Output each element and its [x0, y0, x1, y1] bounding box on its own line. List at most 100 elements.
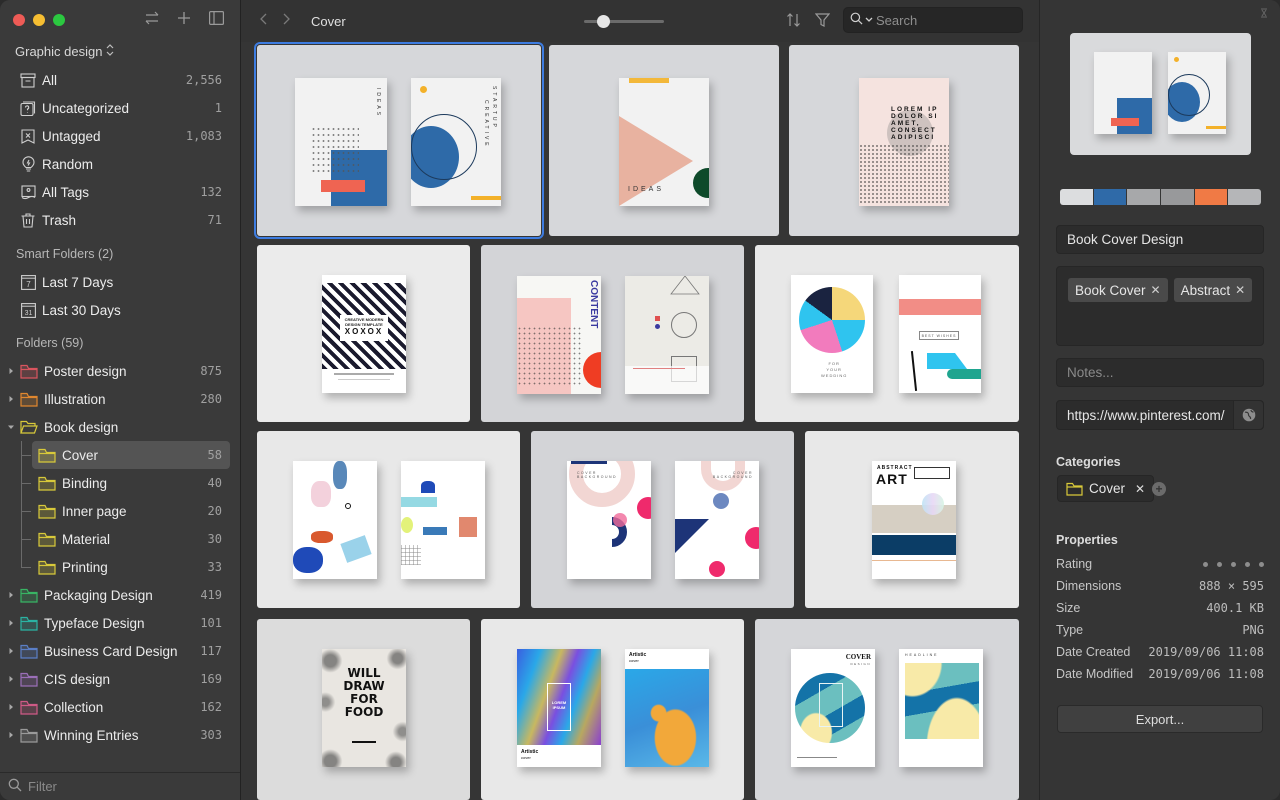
search-input[interactable]	[876, 12, 996, 28]
smart-folder-last-7-days[interactable]: 7 Last 7 Days	[0, 268, 240, 296]
add-icon[interactable]	[176, 10, 192, 26]
palette-swatch[interactable]	[1161, 189, 1194, 205]
disclosure-closed-icon[interactable]	[8, 648, 20, 654]
filter-funnel-icon[interactable]	[813, 11, 831, 29]
palette-swatch[interactable]	[1194, 189, 1228, 205]
url-input[interactable]	[1057, 407, 1233, 423]
rating-stars[interactable]	[1203, 561, 1264, 567]
tag-chip[interactable]: Book Cover ✕	[1068, 278, 1168, 302]
grid-thumbnail[interactable]	[257, 431, 520, 608]
folder-count: 303	[200, 728, 222, 742]
remove-tag-icon[interactable]: ✕	[1151, 283, 1161, 297]
folder-item[interactable]: Winning Entries 303	[0, 721, 240, 749]
folder-item[interactable]: Business Card Design 117	[0, 637, 240, 665]
sidebar-item-trash[interactable]: Trash 71	[0, 206, 240, 234]
resize-handle-icon[interactable]	[1260, 6, 1268, 21]
grid-thumbnail[interactable]: CONTENT	[481, 245, 744, 422]
thumbnail-size-slider[interactable]	[584, 15, 664, 28]
subfolder-item-printing[interactable]: Printing 33	[0, 553, 240, 581]
rating-star[interactable]	[1245, 561, 1250, 567]
smart-folder-last-30-days[interactable]: 31 Last 30 Days	[0, 296, 240, 324]
remove-tag-icon[interactable]: ✕	[1235, 283, 1245, 297]
disclosure-open-icon[interactable]	[8, 424, 20, 430]
folder-icon	[20, 644, 38, 659]
name-input[interactable]	[1057, 232, 1263, 247]
folder-item[interactable]: Book design	[0, 413, 240, 441]
tags-field[interactable]: Book Cover ✕ Abstract ✕	[1056, 266, 1264, 346]
folder-item[interactable]: CIS design 169	[0, 665, 240, 693]
open-url-button[interactable]	[1233, 401, 1263, 429]
tag-chip[interactable]: Abstract ✕	[1173, 278, 1253, 302]
sort-icon[interactable]	[785, 11, 803, 29]
grid-thumbnail[interactable]: ABSTRACT ART	[805, 431, 1019, 608]
maximize-window-button[interactable]	[53, 14, 65, 26]
palette-swatch[interactable]	[1093, 189, 1127, 205]
palette-swatch[interactable]	[1060, 189, 1093, 205]
grid-thumbnail[interactable]: COVER BACKGROUND COVER BACKGROUND	[531, 431, 794, 608]
remove-category-icon[interactable]: ✕	[1135, 482, 1145, 496]
folder-item[interactable]: Collection 162	[0, 693, 240, 721]
rating-star[interactable]	[1231, 561, 1236, 567]
disclosure-closed-icon[interactable]	[8, 620, 20, 626]
grid-thumbnail[interactable]: LOREM IPSUM Artistic cover Artistic cove…	[481, 619, 744, 800]
smart-folders-heading[interactable]: Smart Folders (2)	[0, 240, 240, 268]
back-button[interactable]	[253, 12, 275, 30]
folders-heading[interactable]: Folders (59)	[0, 329, 240, 357]
minimize-window-button[interactable]	[33, 14, 45, 26]
folder-count: 33	[207, 560, 222, 574]
disclosure-closed-icon[interactable]	[8, 368, 20, 374]
subfolder-item-inner-page[interactable]: Inner page 20	[0, 497, 240, 525]
category-chip[interactable]: Cover ✕	[1057, 475, 1155, 502]
book-cover: Artistic cover	[625, 649, 709, 767]
globe-icon	[1242, 408, 1255, 422]
folder-count: 280	[200, 392, 222, 406]
grid-thumbnail[interactable]: WILL DRAW FOR FOOD	[257, 619, 470, 800]
folder-item[interactable]: Typeface Design 101	[0, 609, 240, 637]
rating-star[interactable]	[1259, 561, 1264, 567]
folder-item[interactable]: Packaging Design 419	[0, 581, 240, 609]
grid-thumbnail[interactable]: IDEAS	[549, 45, 779, 236]
grid-thumbnail[interactable]: IDEAS STARTUP CREATIVE	[254, 42, 544, 239]
close-window-button[interactable]	[13, 14, 25, 26]
forward-button[interactable]	[275, 12, 297, 30]
disclosure-closed-icon[interactable]	[8, 704, 20, 710]
library-nav: All 2,556 Uncategorized 1 Untagged 1,083…	[0, 66, 240, 234]
palette-swatch[interactable]	[1127, 189, 1161, 205]
palette-swatch[interactable]	[1228, 189, 1262, 205]
slider-handle[interactable]	[596, 15, 610, 28]
folder-label: Cover	[62, 447, 99, 463]
folder-item[interactable]: Poster design 875	[0, 357, 240, 385]
export-button[interactable]: Export...	[1057, 705, 1263, 733]
grid-thumbnail[interactable]: COVER DESIGN HEADLINE	[755, 619, 1019, 800]
subfolder-item-binding[interactable]: Binding 40	[0, 469, 240, 497]
grid-thumbnail[interactable]: CREATIVE MODERN DESIGN TEMPLATE XOXOX	[257, 245, 470, 422]
sidebar-item-all[interactable]: All 2,556	[0, 66, 240, 94]
disclosure-closed-icon[interactable]	[8, 676, 20, 682]
disclosure-closed-icon[interactable]	[8, 732, 20, 738]
panel-layout-icon[interactable]	[208, 10, 224, 26]
add-category-button[interactable]: +	[1152, 482, 1166, 496]
image-preview[interactable]	[1070, 33, 1251, 155]
grid-thumbnail[interactable]: FOR YOUR WEDDING BEST WISHES	[755, 245, 1019, 422]
filter-input[interactable]	[28, 779, 228, 794]
search-options-chevron-icon[interactable]	[865, 15, 873, 25]
folder-item[interactable]: Illustration 280	[0, 385, 240, 413]
rating-star[interactable]	[1217, 561, 1222, 567]
subfolder-item-material[interactable]: Material 30	[0, 525, 240, 553]
library-switcher[interactable]: Graphic design	[15, 44, 114, 59]
sidebar-item-random[interactable]: Random	[0, 150, 240, 178]
swap-icon[interactable]	[144, 10, 160, 26]
sidebar-item-uncategorized[interactable]: Uncategorized 1	[0, 94, 240, 122]
notes-input[interactable]	[1057, 365, 1263, 380]
name-field[interactable]	[1056, 225, 1264, 254]
search-box[interactable]	[843, 7, 1023, 33]
grid-thumbnail[interactable]: LOREM IP DOLOR SI AMET, CONSECT ADIPISCI	[789, 45, 1019, 236]
sidebar-item-all-tags[interactable]: All Tags 132	[0, 178, 240, 206]
disclosure-closed-icon[interactable]	[8, 396, 20, 402]
subfolder-item-cover[interactable]: Cover 58	[32, 441, 230, 469]
rating-star[interactable]	[1203, 561, 1208, 567]
sidebar-item-untagged[interactable]: Untagged 1,083	[0, 122, 240, 150]
url-field[interactable]	[1056, 400, 1264, 430]
disclosure-closed-icon[interactable]	[8, 592, 20, 598]
notes-field[interactable]	[1056, 358, 1264, 387]
